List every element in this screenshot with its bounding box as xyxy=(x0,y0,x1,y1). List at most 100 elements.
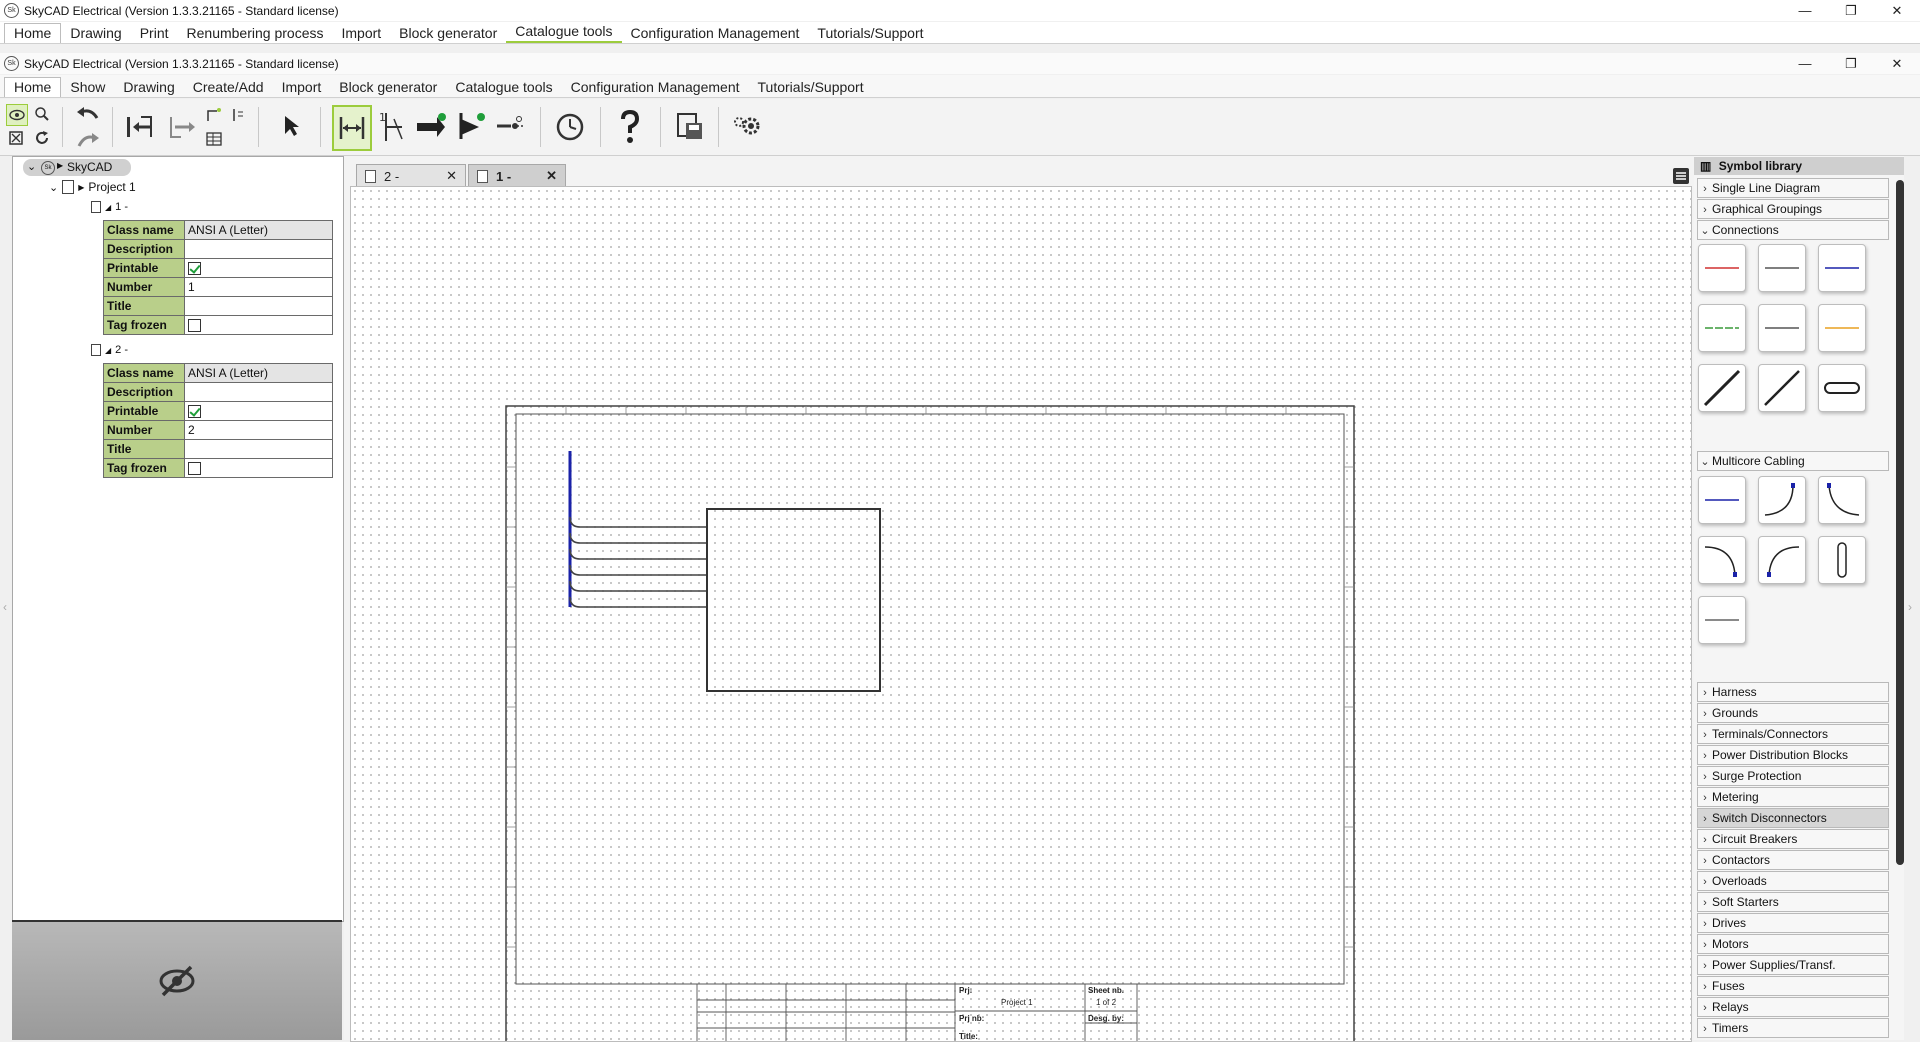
outer-menu-import[interactable]: Import xyxy=(332,24,390,43)
zoom-icon[interactable] xyxy=(32,104,52,124)
library-category-item[interactable]: › Timers xyxy=(1697,1018,1889,1038)
undo-icon[interactable] xyxy=(74,105,102,127)
settings-gear-icon[interactable] xyxy=(730,111,764,141)
symbol-wire-red[interactable] xyxy=(1698,244,1746,292)
library-category-item[interactable]: › Motors xyxy=(1697,934,1889,954)
menu-show[interactable]: Show xyxy=(61,78,114,97)
close-tab-icon[interactable]: ✕ xyxy=(546,168,557,184)
page-link-icon[interactable] xyxy=(204,105,224,125)
prop-value[interactable]: ANSI A (Letter) xyxy=(184,220,333,240)
inner-minimize-button[interactable]: — xyxy=(1782,53,1828,74)
zoom-fit-icon[interactable] xyxy=(6,128,26,148)
printable-checkbox[interactable] xyxy=(188,262,201,276)
schematic-canvas[interactable]: Prj: Project 1 Sheet nb. 1 of 2 Prj nb: … xyxy=(350,186,1692,1042)
library-category-item[interactable]: › Single Line Diagram xyxy=(1697,178,1889,198)
close-tab-icon[interactable]: ✕ xyxy=(446,168,457,184)
tag-frozen-checkbox[interactable] xyxy=(188,462,201,476)
symbol-wire-blue[interactable] xyxy=(1818,244,1866,292)
tag-frozen-checkbox[interactable] xyxy=(188,319,201,333)
sort-pages-icon[interactable] xyxy=(228,105,248,125)
eye-icon[interactable] xyxy=(6,104,28,126)
prop-value[interactable] xyxy=(184,239,333,259)
menu-configuration[interactable]: Configuration Management xyxy=(562,78,749,97)
symbol-wire-orange[interactable] xyxy=(1818,304,1866,352)
tree-page-node[interactable]: ◢ 2 - xyxy=(91,342,128,358)
prop-value[interactable]: ANSI A (Letter) xyxy=(184,363,333,383)
connect-wire-icon[interactable] xyxy=(332,105,372,151)
save-project-icon[interactable] xyxy=(672,109,708,145)
tree-project-node[interactable]: ⌄ ▶ Project 1 xyxy=(49,179,136,195)
symbol-diagonal-wire[interactable] xyxy=(1698,364,1746,412)
symbol-multicore-arc-left[interactable] xyxy=(1758,536,1806,584)
select-pointer-icon[interactable] xyxy=(276,111,306,141)
redo-icon[interactable] xyxy=(74,129,102,151)
menu-home[interactable]: Home xyxy=(4,77,62,97)
menu-create-add[interactable]: Create/Add xyxy=(184,78,273,97)
help-icon[interactable] xyxy=(612,107,648,147)
prop-value[interactable]: 2 xyxy=(184,420,333,440)
library-category-item[interactable]: › Graphical Groupings xyxy=(1697,199,1889,219)
library-category-item[interactable]: › Drives xyxy=(1697,913,1889,933)
history-icon[interactable] xyxy=(552,109,588,145)
menu-drawing[interactable]: Drawing xyxy=(114,78,183,97)
outer-menu-print[interactable]: Print xyxy=(131,24,178,43)
tab-page-2[interactable]: 2 - ✕ xyxy=(356,164,466,187)
library-category-item[interactable]: › Contactors xyxy=(1697,850,1889,870)
menu-block-generator[interactable]: Block generator xyxy=(330,78,446,97)
restore-button[interactable]: ❐ xyxy=(1828,0,1874,21)
symbol-multicore-straight[interactable] xyxy=(1698,476,1746,524)
left-collapse-icon[interactable]: ‹ xyxy=(3,600,7,614)
tab-page-1[interactable]: 1 - ✕ xyxy=(468,164,566,187)
symbol-multicore-bend-down[interactable] xyxy=(1818,476,1866,524)
menu-catalogue-tools[interactable]: Catalogue tools xyxy=(446,78,561,97)
symbol-multicore-arc-right[interactable] xyxy=(1698,536,1746,584)
library-category-item[interactable]: › Grounds xyxy=(1697,703,1889,723)
library-category-item[interactable]: › Relays xyxy=(1697,997,1889,1017)
library-category-connections[interactable]: ⌄ Connections xyxy=(1697,220,1889,240)
library-category-item[interactable]: › Harness xyxy=(1697,682,1889,702)
symbol-multicore-plain[interactable] xyxy=(1698,596,1746,644)
insert-page-after-icon[interactable] xyxy=(166,111,198,143)
hamburger-menu-icon[interactable] xyxy=(1672,167,1690,185)
library-category-item[interactable]: › Fuses xyxy=(1697,976,1889,996)
prop-value[interactable] xyxy=(184,439,333,459)
wire-connector-icon[interactable] xyxy=(494,109,528,143)
page-table-icon[interactable] xyxy=(204,129,224,149)
outer-menu-block-generator[interactable]: Block generator xyxy=(390,24,506,43)
symbol-wire-green[interactable] xyxy=(1698,304,1746,352)
symbol-diagonal-wire-thin[interactable] xyxy=(1758,364,1806,412)
prop-value[interactable] xyxy=(184,382,333,402)
prop-value[interactable] xyxy=(184,296,333,316)
library-category-item[interactable]: › Soft Starters xyxy=(1697,892,1889,912)
symbol-multicore-vertical[interactable] xyxy=(1818,536,1866,584)
hidden-eye-icon[interactable] xyxy=(157,964,197,1001)
add-component-icon[interactable] xyxy=(414,107,450,145)
outer-menu-tutorials[interactable]: Tutorials/Support xyxy=(808,24,932,43)
tree-root-node[interactable]: ⌄ Sk ▶ SkyCAD xyxy=(23,159,131,176)
symbol-multicore-bend-up[interactable] xyxy=(1758,476,1806,524)
inner-restore-button[interactable]: ❐ xyxy=(1828,53,1874,74)
library-category-item[interactable]: › Circuit Breakers xyxy=(1697,829,1889,849)
insert-page-before-icon[interactable] xyxy=(124,111,156,143)
refresh-icon[interactable] xyxy=(32,128,52,148)
right-collapse-icon[interactable]: › xyxy=(1908,600,1912,614)
menu-tutorials[interactable]: Tutorials/Support xyxy=(749,78,873,97)
close-button[interactable]: ✕ xyxy=(1874,0,1920,21)
outer-menu-renumbering[interactable]: Renumbering process xyxy=(178,24,333,43)
library-category-item[interactable]: › Terminals/Connectors xyxy=(1697,724,1889,744)
menu-import[interactable]: Import xyxy=(273,78,331,97)
outer-menu-catalogue-tools[interactable]: Catalogue tools xyxy=(506,22,622,43)
outer-menu-home[interactable]: Home xyxy=(4,23,62,43)
outer-menu-configuration[interactable]: Configuration Management xyxy=(622,24,809,43)
symbol-library-header[interactable]: ▥ Symbol library xyxy=(1694,157,1904,175)
library-scrollbar[interactable] xyxy=(1896,180,1904,865)
symbol-wire-loop[interactable] xyxy=(1818,364,1866,412)
library-category-item[interactable]: › Overloads xyxy=(1697,871,1889,891)
library-category-item[interactable]: › Power Supplies/Transf. xyxy=(1697,955,1889,975)
inner-close-button[interactable]: ✕ xyxy=(1874,53,1920,74)
symbol-wire-black[interactable] xyxy=(1758,304,1806,352)
tree-page-node[interactable]: ◢ 1 - xyxy=(91,199,128,215)
library-category-item-highlighted[interactable]: › Switch Disconnectors xyxy=(1697,808,1889,828)
library-category-multicore[interactable]: ⌄ Multicore Cabling xyxy=(1697,451,1889,471)
symbol-wire-gray[interactable] xyxy=(1758,244,1806,292)
